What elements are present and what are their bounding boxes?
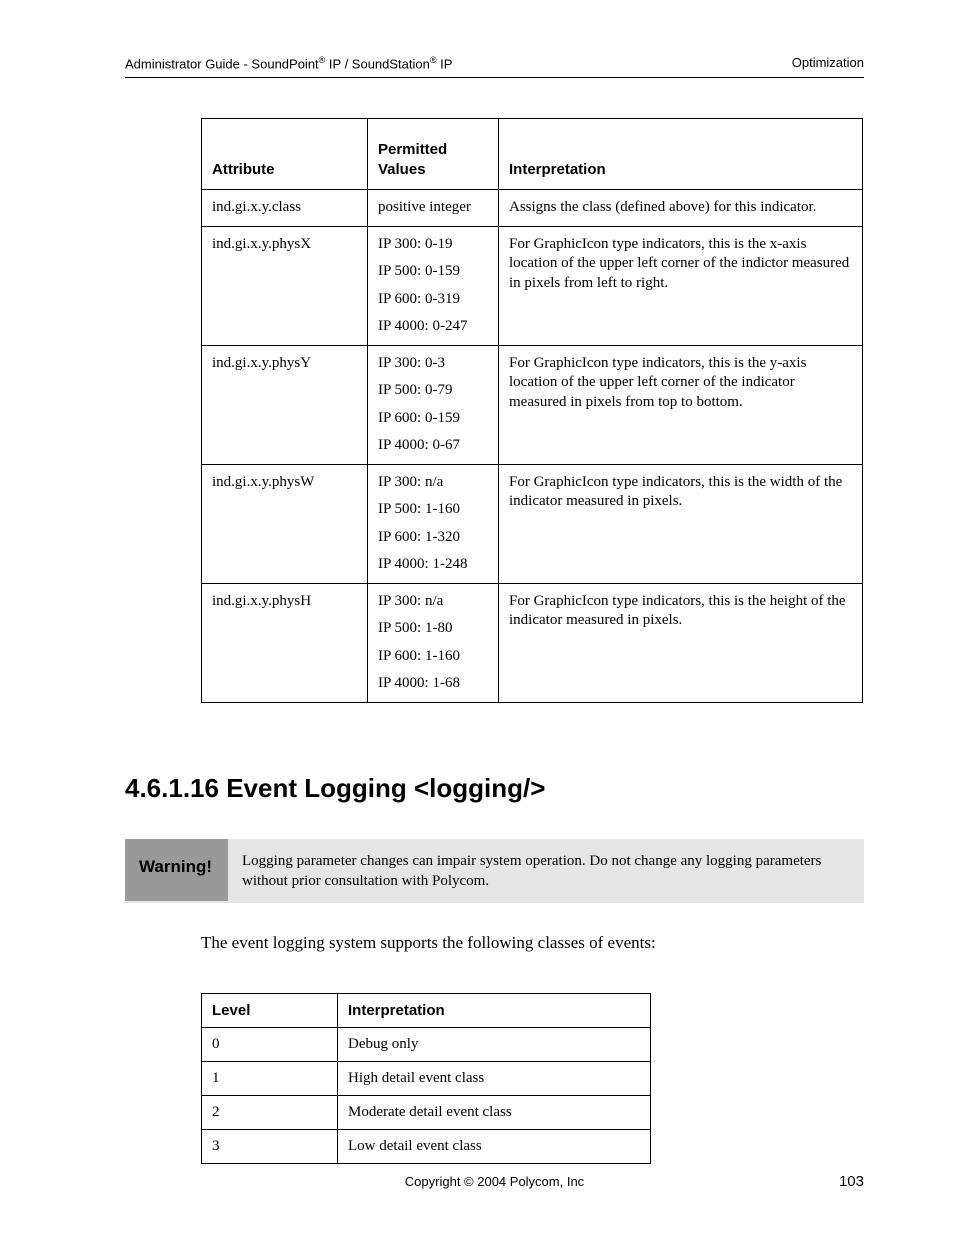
registered-icon: ® (430, 55, 437, 65)
cell-attr: ind.gi.x.y.physW (202, 464, 368, 583)
page-footer: Copyright © 2004 Polycom, Inc 103 (125, 1173, 864, 1190)
perm-line: IP 4000: 0-67 (378, 436, 488, 456)
cell-perm: IP 300: n/a IP 500: 1-80 IP 600: 1-160 I… (368, 583, 499, 702)
footer-copyright: Copyright © 2004 Polycom, Inc (325, 1174, 664, 1189)
header-left: Administrator Guide - SoundPoint ® IP / S… (125, 55, 452, 71)
perm-line: IP 600: 0-159 (378, 409, 488, 429)
perm-line: IP 500: 0-79 (378, 381, 488, 401)
cell-interp: For GraphicIcon type indicators, this is… (499, 464, 863, 583)
perm-line: IP 600: 0-319 (378, 290, 488, 310)
page-header: Administrator Guide - SoundPoint ® IP / S… (125, 55, 864, 71)
table-row: 1 High detail event class (202, 1062, 651, 1096)
cell-perm: positive integer (368, 190, 499, 227)
th-interpretation: Interpretation (499, 119, 863, 190)
perm-line: IP 300: 0-3 (378, 354, 488, 374)
perm-line: IP 300: n/a (378, 473, 488, 493)
footer-page-number: 103 (664, 1173, 864, 1190)
table-row: ind.gi.x.y.physH IP 300: n/a IP 500: 1-8… (202, 583, 863, 702)
perm-line: IP 500: 1-160 (378, 500, 488, 520)
cell-interp: High detail event class (338, 1062, 651, 1096)
th-permitted: Permitted Values (368, 119, 499, 190)
th-attribute: Attribute (202, 119, 368, 190)
cell-level: 0 (202, 1028, 338, 1062)
cell-attr: ind.gi.x.y.physY (202, 345, 368, 464)
table-row: 2 Moderate detail event class (202, 1096, 651, 1130)
table-row: ind.gi.x.y.physY IP 300: 0-3 IP 500: 0-7… (202, 345, 863, 464)
table-row: 0 Debug only (202, 1028, 651, 1062)
table-header-row: Level Interpretation (202, 994, 651, 1028)
level-table: Level Interpretation 0 Debug only 1 High… (201, 993, 651, 1164)
cell-attr: ind.gi.x.y.class (202, 190, 368, 227)
cell-level: 2 (202, 1096, 338, 1130)
cell-interp: Low detail event class (338, 1130, 651, 1164)
th-level: Level (202, 994, 338, 1028)
perm-line: IP 4000: 0-247 (378, 317, 488, 337)
header-rule (125, 77, 864, 78)
header-left-mid: IP / SoundStation (325, 56, 430, 71)
cell-interp: Moderate detail event class (338, 1096, 651, 1130)
cell-attr: ind.gi.x.y.physH (202, 583, 368, 702)
perm-line: IP 300: 0-19 (378, 235, 488, 255)
cell-level: 3 (202, 1130, 338, 1164)
cell-perm: IP 300: 0-3 IP 500: 0-79 IP 600: 0-159 I… (368, 345, 499, 464)
table-row: 3 Low detail event class (202, 1130, 651, 1164)
perm-line: IP 600: 1-160 (378, 647, 488, 667)
perm-line: IP 500: 0-159 (378, 262, 488, 282)
table-row: ind.gi.x.y.physW IP 300: n/a IP 500: 1-1… (202, 464, 863, 583)
cell-attr: ind.gi.x.y.physX (202, 226, 368, 345)
section-heading: 4.6.1.16 Event Logging <logging/> (125, 773, 864, 804)
table-row: ind.gi.x.y.class positive integer Assign… (202, 190, 863, 227)
perm-line: IP 300: n/a (378, 592, 488, 612)
cell-interp: For GraphicIcon type indicators, this is… (499, 583, 863, 702)
attribute-table: Attribute Permitted Values Interpretatio… (201, 118, 863, 703)
table-header-row: Attribute Permitted Values Interpretatio… (202, 119, 863, 190)
cell-level: 1 (202, 1062, 338, 1096)
th-interpretation: Interpretation (338, 994, 651, 1028)
perm-line: IP 4000: 1-248 (378, 555, 488, 575)
cell-interp: Debug only (338, 1028, 651, 1062)
warning-label: Warning! (125, 839, 228, 901)
cell-interp: For GraphicIcon type indicators, this is… (499, 226, 863, 345)
perm-line: IP 4000: 1-68 (378, 674, 488, 694)
cell-interp: For GraphicIcon type indicators, this is… (499, 345, 863, 464)
perm-line: IP 600: 1-320 (378, 528, 488, 548)
warning-box: Warning! Logging parameter changes can i… (125, 839, 864, 904)
warning-text: Logging parameter changes can impair sys… (228, 839, 864, 904)
header-left-suffix: IP (437, 56, 453, 71)
cell-perm: IP 300: 0-19 IP 500: 0-159 IP 600: 0-319… (368, 226, 499, 345)
header-left-prefix: Administrator Guide - SoundPoint (125, 56, 319, 71)
cell-perm: IP 300: n/a IP 500: 1-160 IP 600: 1-320 … (368, 464, 499, 583)
body-text: The event logging system supports the fo… (201, 933, 864, 953)
table-row: ind.gi.x.y.physX IP 300: 0-19 IP 500: 0-… (202, 226, 863, 345)
perm-line: IP 500: 1-80 (378, 619, 488, 639)
cell-interp: Assigns the class (defined above) for th… (499, 190, 863, 227)
header-right: Optimization (792, 55, 864, 71)
